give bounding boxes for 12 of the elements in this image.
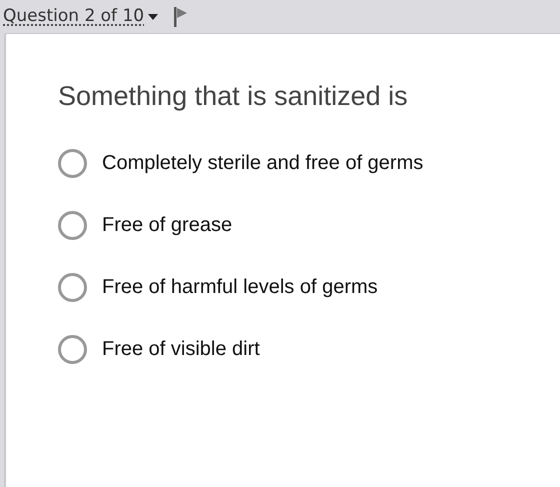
radio-button[interactable]	[58, 272, 87, 302]
radio-button[interactable]	[58, 334, 87, 364]
radio-button[interactable]	[58, 210, 87, 240]
question-menu[interactable]: Question 2 of 10	[3, 8, 158, 25]
option-label: Free of visible dirt	[102, 337, 260, 362]
question-prompt: Something that is sanitized is	[58, 80, 409, 113]
option-label: Free of harmful levels of germs	[102, 275, 378, 300]
caret-icon	[148, 14, 158, 20]
option-label: Free of grease	[102, 213, 232, 238]
radio-button[interactable]	[58, 148, 87, 178]
option-label: Completely sterile and free of germs	[102, 151, 424, 176]
flag-icon[interactable]	[174, 6, 188, 26]
